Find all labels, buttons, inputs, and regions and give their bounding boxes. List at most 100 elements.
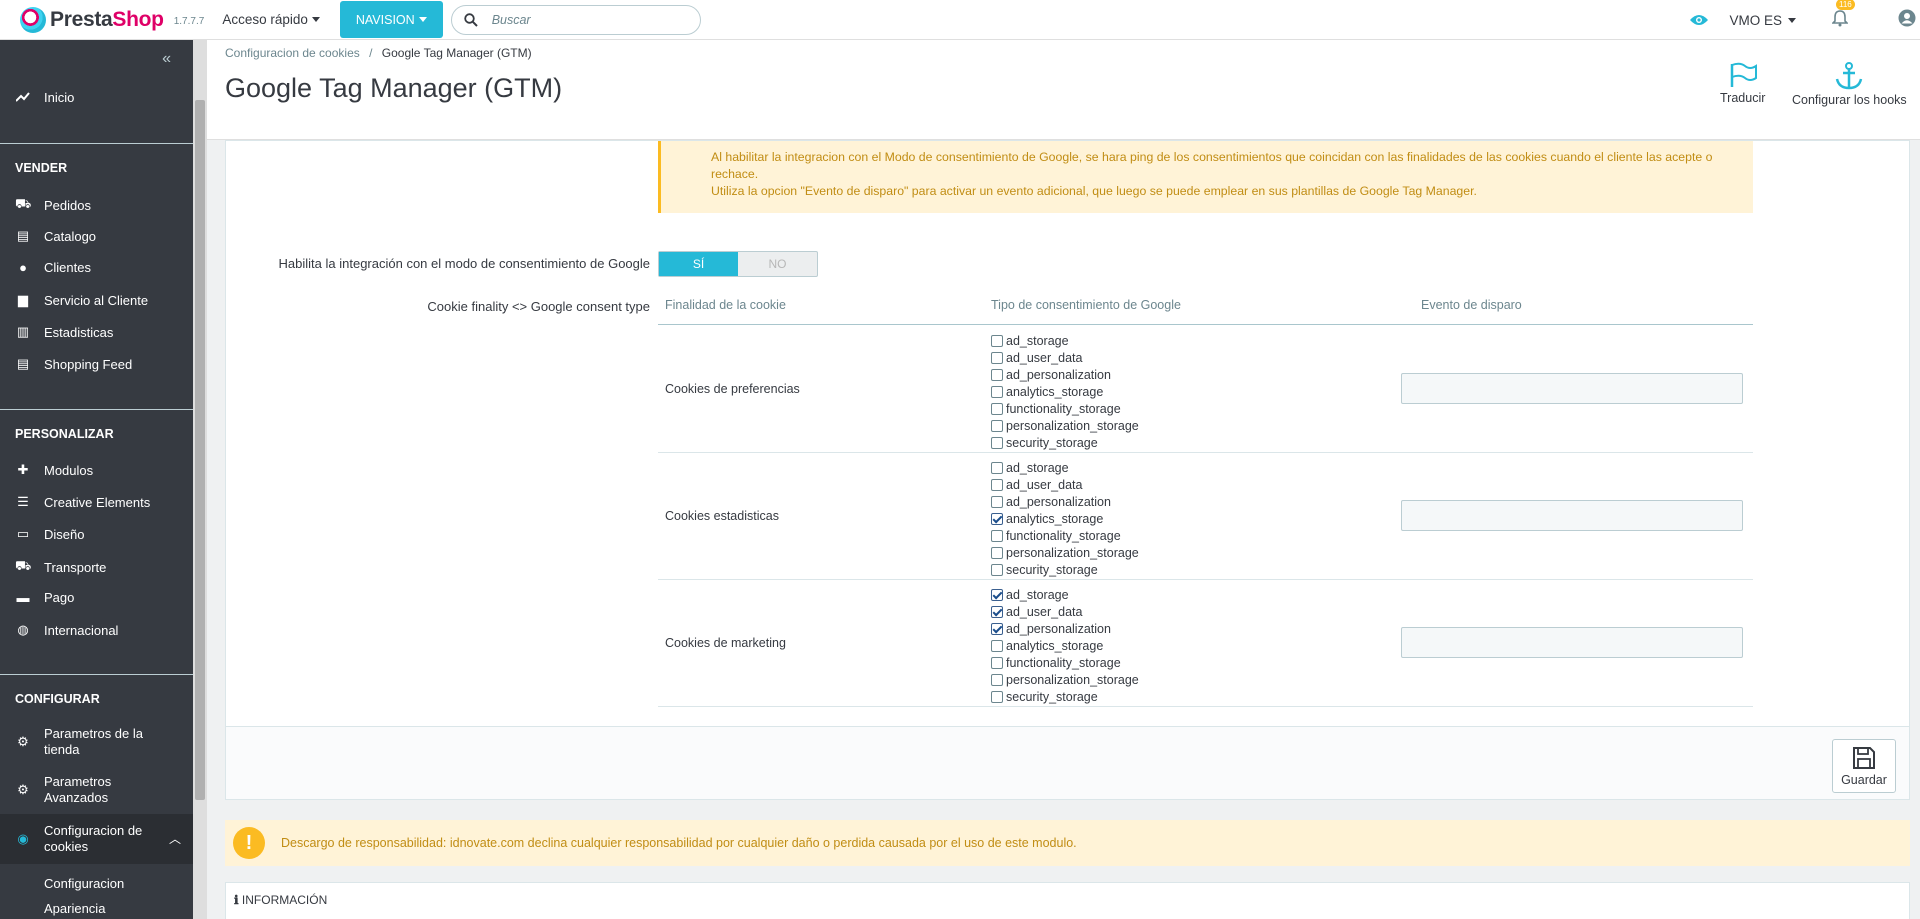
consent-type-label: ad_storage — [1006, 588, 1069, 602]
trigger-event-input[interactable] — [1401, 373, 1743, 404]
consent-checkbox-personalization_storage[interactable]: personalization_storage — [991, 545, 1139, 561]
save-button[interactable]: Guardar — [1832, 739, 1896, 793]
checkbox-unchecked[interactable] — [991, 530, 1003, 542]
navision-button[interactable]: NAVISION — [339, 1, 443, 38]
sidebar-item-estadisticas[interactable]: ▥ Estadisticas — [0, 324, 114, 340]
consent-checkbox-analytics_storage[interactable]: analytics_storage — [991, 384, 1103, 400]
trigger-event-input[interactable] — [1401, 500, 1743, 531]
checkbox-unchecked[interactable] — [991, 403, 1003, 415]
consent-checkbox-ad_user_data[interactable]: ad_user_data — [991, 604, 1082, 620]
prestashop-logo[interactable]: PrestaShop — [20, 6, 164, 33]
sidebar-item-label: Catalogo — [44, 228, 97, 244]
consent-checkbox-security_storage[interactable]: security_storage — [991, 562, 1098, 578]
quick-access-dropdown[interactable]: Acceso rápido — [222, 12, 320, 27]
sidebar-item-configuracion-cookies[interactable]: ◉ Configuracion de cookies ︿ — [0, 814, 193, 864]
checkbox-unchecked[interactable] — [991, 479, 1003, 491]
translate-button[interactable]: Traducir — [1720, 62, 1765, 105]
sidebar-item-diseno[interactable]: ▭ Diseño — [0, 526, 85, 542]
shop-selector[interactable]: VMO ES — [1689, 13, 1796, 28]
checkbox-checked[interactable] — [991, 589, 1003, 601]
consent-checkbox-ad_storage[interactable]: ad_storage — [991, 587, 1069, 603]
checkbox-unchecked[interactable] — [991, 691, 1003, 703]
consent-checkbox-functionality_storage[interactable]: functionality_storage — [991, 401, 1121, 417]
disclaimer-text: Descargo de responsabilidad: idnovate.co… — [281, 836, 1077, 850]
consent-type-label: functionality_storage — [1006, 529, 1121, 543]
consent-type-label: ad_user_data — [1006, 351, 1083, 365]
checkbox-checked[interactable] — [991, 623, 1003, 635]
consent-type-label: personalization_storage — [1006, 419, 1139, 433]
scrollbar-thumb[interactable] — [195, 100, 205, 800]
checkbox-unchecked[interactable] — [991, 640, 1003, 652]
toggle-yes[interactable]: SÍ — [659, 252, 738, 276]
consent-checkbox-functionality_storage[interactable]: functionality_storage — [991, 528, 1121, 544]
consent-checkbox-personalization_storage[interactable]: personalization_storage — [991, 672, 1139, 688]
info-icon: ℹ — [234, 893, 242, 907]
consent-checkbox-security_storage[interactable]: security_storage — [991, 435, 1098, 451]
consent-checkbox-ad_personalization[interactable]: ad_personalization — [991, 621, 1111, 637]
sidebar-item-label: Estadisticas — [44, 324, 114, 340]
sidebar-item-label: tienda — [44, 742, 80, 757]
sidebar-subitem-apariencia[interactable]: Apariencia — [44, 901, 105, 916]
consent-checkbox-analytics_storage[interactable]: analytics_storage — [991, 638, 1103, 654]
consent-checkbox-ad_personalization[interactable]: ad_personalization — [991, 494, 1111, 510]
sidebar-item-parametros-avanzados[interactable]: ⚙ Parametros Avanzados — [0, 772, 111, 808]
consent-checkbox-personalization_storage[interactable]: personalization_storage — [991, 418, 1139, 434]
consent-checkbox-functionality_storage[interactable]: functionality_storage — [991, 655, 1121, 671]
sidebar-item-shopping-feed[interactable]: ▤ Shopping Feed — [0, 356, 132, 372]
checkbox-unchecked[interactable] — [991, 352, 1003, 364]
checkbox-unchecked[interactable] — [991, 674, 1003, 686]
warning-line-3: Utiliza la opcion "Evento de disparo" pa… — [711, 184, 1477, 198]
checkbox-unchecked[interactable] — [991, 462, 1003, 474]
trending-up-icon — [15, 90, 31, 105]
checkbox-unchecked[interactable] — [991, 420, 1003, 432]
consent-checkbox-ad_user_data[interactable]: ad_user_data — [991, 477, 1082, 493]
sidebar-item-internacional[interactable]: ◍ Internacional — [0, 622, 118, 638]
breadcrumb-parent[interactable]: Configuracion de cookies — [225, 46, 360, 60]
search-input[interactable]: Buscar — [450, 4, 701, 35]
configure-hooks-button[interactable]: Configurar los hooks — [1792, 62, 1907, 107]
bell-icon — [1831, 9, 1849, 26]
checkbox-unchecked[interactable] — [991, 564, 1003, 576]
sidebar-subitem-configuracion[interactable]: Configuracion — [44, 876, 124, 891]
trigger-event-input[interactable] — [1401, 627, 1743, 658]
sidebar-item-creative-elements[interactable]: ☰ Creative Elements — [0, 494, 150, 510]
checkbox-checked[interactable] — [991, 513, 1003, 525]
checkbox-unchecked[interactable] — [991, 437, 1003, 449]
warning-line-1: Al habilitar la integracion con el Modo … — [711, 150, 1713, 164]
collapse-sidebar-icon[interactable]: « — [162, 50, 171, 68]
sidebar-item-inicio[interactable]: Inicio — [0, 90, 74, 105]
sidebar-item-modulos[interactable]: ✚ Modulos — [0, 462, 94, 478]
checkbox-unchecked[interactable] — [991, 369, 1003, 381]
sidebar-item-catalogo[interactable]: ▤ Catalogo — [0, 228, 96, 244]
consent-checkbox-ad_storage[interactable]: ad_storage — [991, 333, 1069, 349]
checkbox-unchecked[interactable] — [991, 386, 1003, 398]
sidebar-scrollbar[interactable] — [193, 40, 207, 919]
sidebar-item-clientes[interactable]: ● Clientes — [0, 260, 91, 275]
consent-checkbox-ad_user_data[interactable]: ad_user_data — [991, 350, 1082, 366]
toggle-no[interactable]: NO — [738, 252, 817, 276]
sidebar-item-parametros-tienda[interactable]: ⚙ Parametros de la tienda — [0, 724, 143, 760]
notifications-button[interactable]: 116 — [1831, 0, 1855, 32]
consent-mode-toggle[interactable]: SÍ NO — [658, 251, 818, 277]
sidebar-item-label: Inicio — [44, 90, 75, 105]
consent-type-label: ad_storage — [1006, 334, 1069, 348]
page-header: Configuracion de cookies / Google Tag Ma… — [207, 40, 1920, 140]
checkbox-unchecked[interactable] — [991, 496, 1003, 508]
user-icon[interactable] — [1898, 9, 1916, 32]
sidebar-item-transporte[interactable]: ⛟ Transporte — [0, 558, 106, 576]
consent-checkbox-ad_personalization[interactable]: ad_personalization — [991, 367, 1111, 383]
sidebar-item-pago[interactable]: ▬ Pago — [0, 590, 75, 605]
checkbox-checked[interactable] — [991, 606, 1003, 618]
checkbox-unchecked[interactable] — [991, 547, 1003, 559]
table-header-line — [658, 324, 1753, 325]
consent-checkbox-analytics_storage[interactable]: analytics_storage — [991, 511, 1103, 527]
checkbox-unchecked[interactable] — [991, 657, 1003, 669]
consent-checkbox-ad_storage[interactable]: ad_storage — [991, 460, 1069, 476]
sidebar-item-servicio[interactable]: ▆ Servicio al Cliente — [0, 292, 148, 308]
consent-checkbox-security_storage[interactable]: security_storage — [991, 689, 1098, 705]
sidebar-item-pedidos[interactable]: ⛟ Pedidos — [0, 196, 91, 214]
sidebar-item-label: Modulos — [44, 462, 94, 478]
consent-type-label: ad_personalization — [1006, 368, 1111, 382]
breadcrumb-current: Google Tag Manager (GTM) — [381, 46, 532, 60]
checkbox-unchecked[interactable] — [991, 335, 1003, 347]
